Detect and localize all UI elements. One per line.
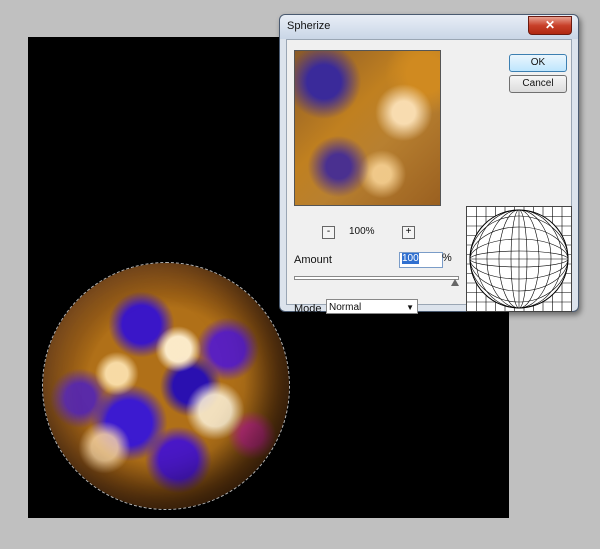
amount-value: 100 (402, 253, 419, 264)
chevron-down-icon: ▼ (406, 303, 414, 312)
dialog-titlebar[interactable]: Spherize ✕ (280, 15, 578, 39)
cancel-button[interactable]: Cancel (509, 75, 567, 93)
mode-select[interactable]: Normal ▼ (326, 299, 418, 314)
zoom-out-button[interactable]: - (322, 226, 335, 239)
ok-button[interactable]: OK (509, 54, 567, 72)
filter-preview-image[interactable] (294, 50, 441, 206)
spherize-dialog: Spherize ✕ - 100% + Amount 100 % Mode No… (279, 14, 579, 315)
amount-slider-thumb[interactable] (451, 279, 459, 286)
amount-input[interactable]: 100 (399, 252, 443, 268)
mode-label: Mode (294, 303, 322, 315)
spherize-grid-preview-icon (466, 206, 572, 312)
dialog-body: - 100% + Amount 100 % Mode Normal ▼ OK C… (286, 39, 572, 315)
mode-selected-value: Normal (329, 302, 362, 313)
zoom-in-button[interactable]: + (402, 226, 415, 239)
amount-label: Amount (294, 254, 332, 266)
zoom-level: 100% (349, 226, 375, 237)
spherized-texture-selection (42, 262, 290, 510)
dialog-title: Spherize (287, 20, 331, 32)
amount-slider-track[interactable] (294, 276, 459, 280)
amount-unit: % (442, 252, 452, 264)
close-button[interactable]: ✕ (528, 16, 572, 35)
